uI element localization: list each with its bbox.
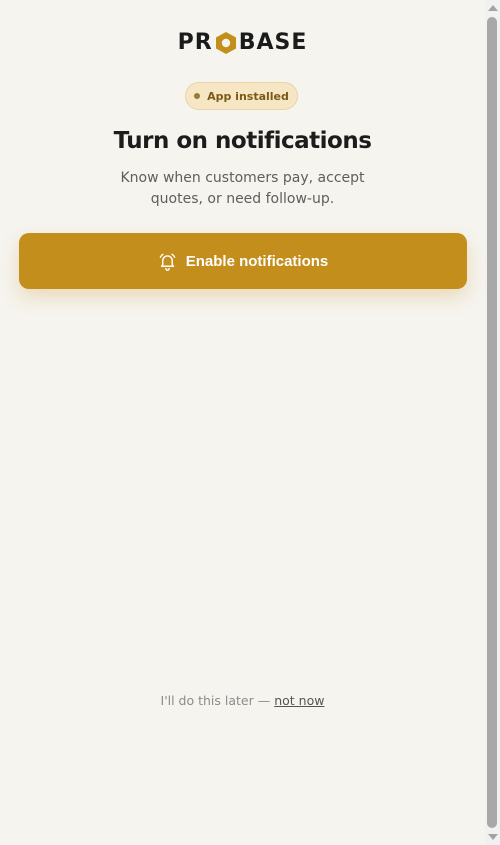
enable-notifications-label: Enable notifications bbox=[185, 252, 329, 270]
app-installed-badge: App installed bbox=[185, 82, 298, 110]
bell-icon bbox=[159, 253, 176, 271]
later-text: I'll do this later — bbox=[160, 693, 275, 708]
notifications-page: PR BASE App installed Turn on notificati… bbox=[0, 0, 485, 845]
later-prompt: I'll do this later — not now bbox=[0, 693, 485, 708]
not-now-link[interactable]: not now bbox=[274, 693, 324, 708]
page-subtitle: Know when customers pay, accept quotes, … bbox=[120, 170, 365, 207]
vertical-scrollbar[interactable] bbox=[485, 0, 500, 845]
probase-logo: PR BASE bbox=[0, 30, 485, 55]
status-dot bbox=[194, 93, 201, 99]
page-title: Turn on notifications bbox=[113, 128, 372, 154]
scroll-thumb[interactable] bbox=[487, 17, 497, 828]
badge-label: App installed bbox=[207, 89, 289, 103]
logo-text-left: PR bbox=[177, 30, 213, 55]
logo-text-right: BASE bbox=[238, 30, 308, 55]
hexagon-logo-icon bbox=[215, 31, 236, 54]
scroll-up-arrow-icon[interactable] bbox=[488, 5, 498, 11]
scroll-down-arrow-icon[interactable] bbox=[488, 834, 498, 840]
logo-wordmark: PR BASE bbox=[178, 30, 308, 55]
enable-notifications-button[interactable]: Enable notifications bbox=[19, 233, 467, 289]
